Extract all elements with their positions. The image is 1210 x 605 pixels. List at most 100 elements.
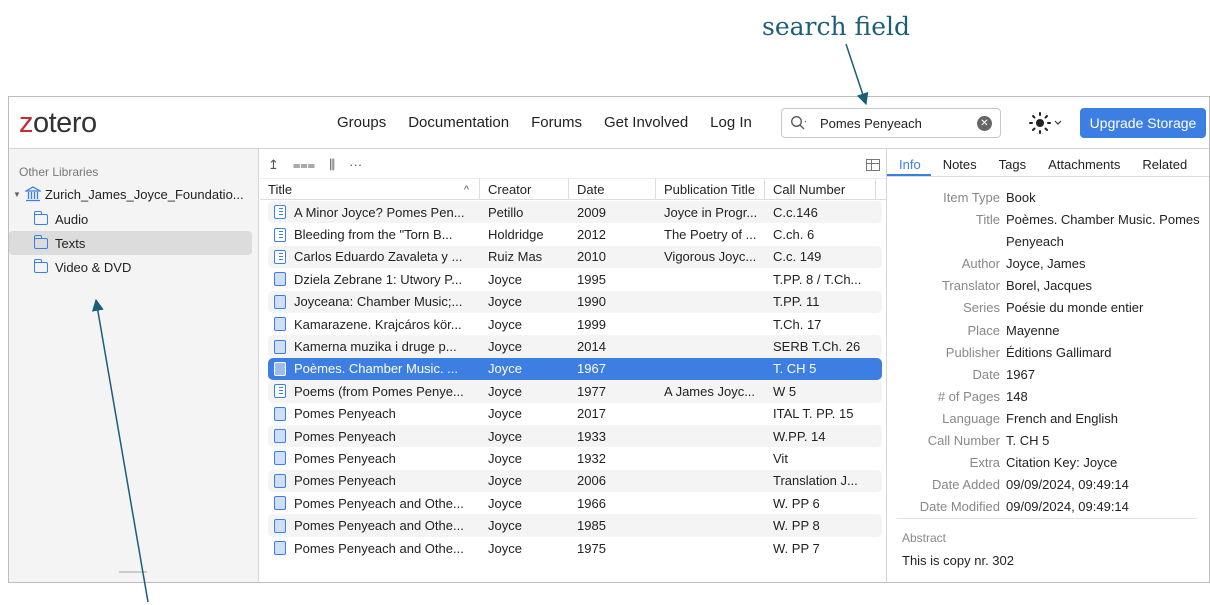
book-section-icon — [274, 384, 286, 399]
field-value[interactable]: 148 — [1006, 386, 1201, 408]
col-date[interactable]: Date — [569, 179, 656, 199]
cell-title: Bleeding from the "Torn B... — [268, 227, 480, 242]
collection-audio[interactable]: Audio — [9, 207, 252, 231]
field-value[interactable]: Citation Key: Joyce — [1006, 452, 1201, 474]
title-text: Bleeding from the "Torn B... — [294, 227, 453, 243]
field-value[interactable]: Borel, Jacques — [1006, 275, 1201, 297]
sidebar-heading: Other Libraries — [19, 165, 99, 179]
field-value[interactable]: French and English — [1006, 408, 1201, 430]
book-icon — [274, 541, 286, 556]
table-row[interactable]: Pomes Penyeach Joyce 2006 Translation J... — [268, 469, 882, 493]
library-books-icon[interactable]: ⫼ — [329, 157, 335, 177]
col-publication-title[interactable]: Publication Title — [656, 179, 765, 199]
field-value[interactable]: Mayenne — [1006, 320, 1201, 342]
sort-ascending-icon: ^ — [463, 184, 469, 196]
folder-icon — [34, 210, 48, 225]
collection-texts[interactable]: Texts — [9, 231, 252, 255]
collection-label: Texts — [55, 235, 86, 251]
field-value[interactable]: 1967 — [1006, 364, 1201, 386]
field-value[interactable]: 09/09/2024, 09:49:14 — [1006, 496, 1201, 518]
field-value[interactable]: Éditions Gallimard — [1006, 342, 1201, 364]
library-item[interactable]: ▼ Zurich_James_Joyce_Foundatio... — [13, 186, 244, 202]
search-input[interactable] — [820, 116, 970, 131]
field-label: Author — [961, 256, 1000, 272]
cell-date: 1966 — [577, 495, 606, 511]
column-picker-icon[interactable] — [866, 159, 880, 171]
nav-log-in[interactable]: Log In — [710, 114, 752, 131]
table-row[interactable]: Pomes Penyeach and Othe... Joyce 1985 W. PP… — [268, 514, 882, 537]
table-row[interactable]: Poèmes. Chamber Music. ... Joyce 1967 T. CH… — [268, 357, 882, 381]
table-row[interactable]: A Minor Joyce? Pomes Pen... Petillo 2009 Jo… — [268, 201, 882, 224]
cell-title: Kamerna muzika i druge p... — [268, 339, 480, 354]
info-field: Call Number T. CH 5 — [887, 430, 1209, 452]
more-icon[interactable]: ··· — [349, 157, 362, 177]
table-row[interactable]: Joyceana: Chamber Music;... Joyce 1990 T.PP… — [268, 290, 882, 313]
title-text: Pomes Penyeach — [294, 450, 396, 466]
cell-pub: Joyce in Progr... — [664, 204, 758, 220]
nav-documentation[interactable]: Documentation — [408, 114, 509, 131]
table-row[interactable]: Pomes Penyeach Joyce 2017 ITAL T. PP. 15 — [268, 403, 882, 425]
cell-call: C.c. 149 — [773, 249, 822, 265]
field-value[interactable]: 09/09/2024, 09:49:14 — [1006, 474, 1201, 496]
library-name: Zurich_James_Joyce_Foundatio... — [44, 186, 244, 202]
collection-video-dvd[interactable]: Video & DVD — [9, 255, 252, 279]
field-label: Title — [975, 212, 1000, 228]
clear-search-icon[interactable]: ✕ — [977, 116, 992, 131]
book-icon — [274, 317, 286, 332]
library-building-icon — [24, 186, 41, 202]
item-pane: Info Notes Tags Attachments Related Item… — [886, 149, 1209, 582]
table-row[interactable]: Kamarazene. Krajcáros kör... Joyce 1999 T.C… — [268, 313, 882, 335]
tab-notes[interactable]: Notes — [931, 149, 987, 176]
expand-triangle-icon[interactable]: ▼ — [13, 190, 21, 199]
title-text: Pomes Penyeach — [294, 473, 396, 489]
table-row[interactable]: Poems (from Pomes Penye... Joyce 1977 A Jam… — [268, 380, 882, 403]
field-value[interactable]: T. CH 5 — [1006, 430, 1201, 452]
table-row[interactable]: Pomes Penyeach Joyce 1933 W.PP. 14 — [268, 424, 882, 448]
search-field[interactable]: ✕ — [781, 108, 1001, 138]
abstract-value[interactable]: This is copy nr. 302 — [902, 553, 1014, 568]
upgrade-storage-button[interactable]: Upgrade Storage — [1080, 108, 1206, 138]
upload-icon[interactable]: ↥ — [268, 157, 279, 177]
field-value[interactable]: Poésie du monde entier — [1006, 297, 1201, 319]
list-icon[interactable]: ⩶ — [293, 157, 315, 177]
collection-label: Video & DVD — [55, 259, 132, 275]
cell-date: 2017 — [577, 406, 606, 422]
field-value[interactable]: Book — [1006, 187, 1201, 209]
search-icon[interactable] — [790, 115, 806, 131]
cell-creator: Joyce — [488, 316, 522, 332]
cell-title: Pomes Penyeach — [268, 406, 480, 421]
table-row[interactable]: Carlos Eduardo Zavaleta y ... Ruiz Mas 201… — [268, 245, 882, 269]
cell-creator: Petillo — [488, 204, 524, 220]
cell-date: 2014 — [577, 339, 606, 355]
tab-related[interactable]: Related — [1130, 149, 1197, 176]
table-row[interactable]: Pomes Penyeach and Othe... Joyce 1975 W. PP… — [268, 537, 882, 559]
table-row[interactable]: Pomes Penyeach and Othe... Joyce 1966 W. PP… — [268, 492, 882, 514]
zotero-logo[interactable]: zotero — [19, 107, 97, 140]
info-field: Date 1967 — [887, 364, 1209, 386]
col-call-number[interactable]: Call Number — [765, 179, 876, 199]
field-value[interactable]: Poèmes. Chamber Music. Pomes Penyeach — [1006, 209, 1201, 253]
field-value[interactable]: Joyce, James — [1006, 253, 1201, 275]
table-row[interactable]: Kamerna muzika i druge p... Joyce 2014 SERB… — [268, 335, 882, 358]
cell-call: W.PP. 14 — [773, 428, 826, 444]
book-icon — [274, 496, 286, 511]
nav-groups[interactable]: Groups — [337, 114, 386, 131]
item-tabs: Info Notes Tags Attachments Related — [887, 149, 1209, 177]
col-title[interactable]: Title ^ — [260, 179, 480, 199]
cell-creator: Joyce — [488, 294, 522, 310]
col-creator[interactable]: Creator — [480, 179, 569, 199]
nav-get-involved[interactable]: Get Involved — [604, 114, 688, 131]
sun-icon[interactable] — [1029, 111, 1069, 135]
cell-creator: Joyce — [488, 339, 522, 355]
cell-creator: Joyce — [488, 540, 522, 556]
tab-tags[interactable]: Tags — [987, 149, 1036, 176]
tab-info[interactable]: Info — [887, 149, 931, 176]
resize-handle[interactable] — [119, 571, 147, 573]
tab-attachments[interactable]: Attachments — [1036, 149, 1130, 176]
table-row[interactable]: Bleeding from the "Torn B... Holdridge 201… — [268, 223, 882, 245]
cell-creator: Joyce — [488, 406, 522, 422]
table-row[interactable]: Pomes Penyeach Joyce 1932 Vit — [268, 447, 882, 469]
cell-date: 1985 — [577, 518, 606, 534]
nav-forums[interactable]: Forums — [531, 114, 582, 131]
table-row[interactable]: Dziela Zebrane 1: Utwory P... Joyce 1995 T.… — [268, 268, 882, 290]
